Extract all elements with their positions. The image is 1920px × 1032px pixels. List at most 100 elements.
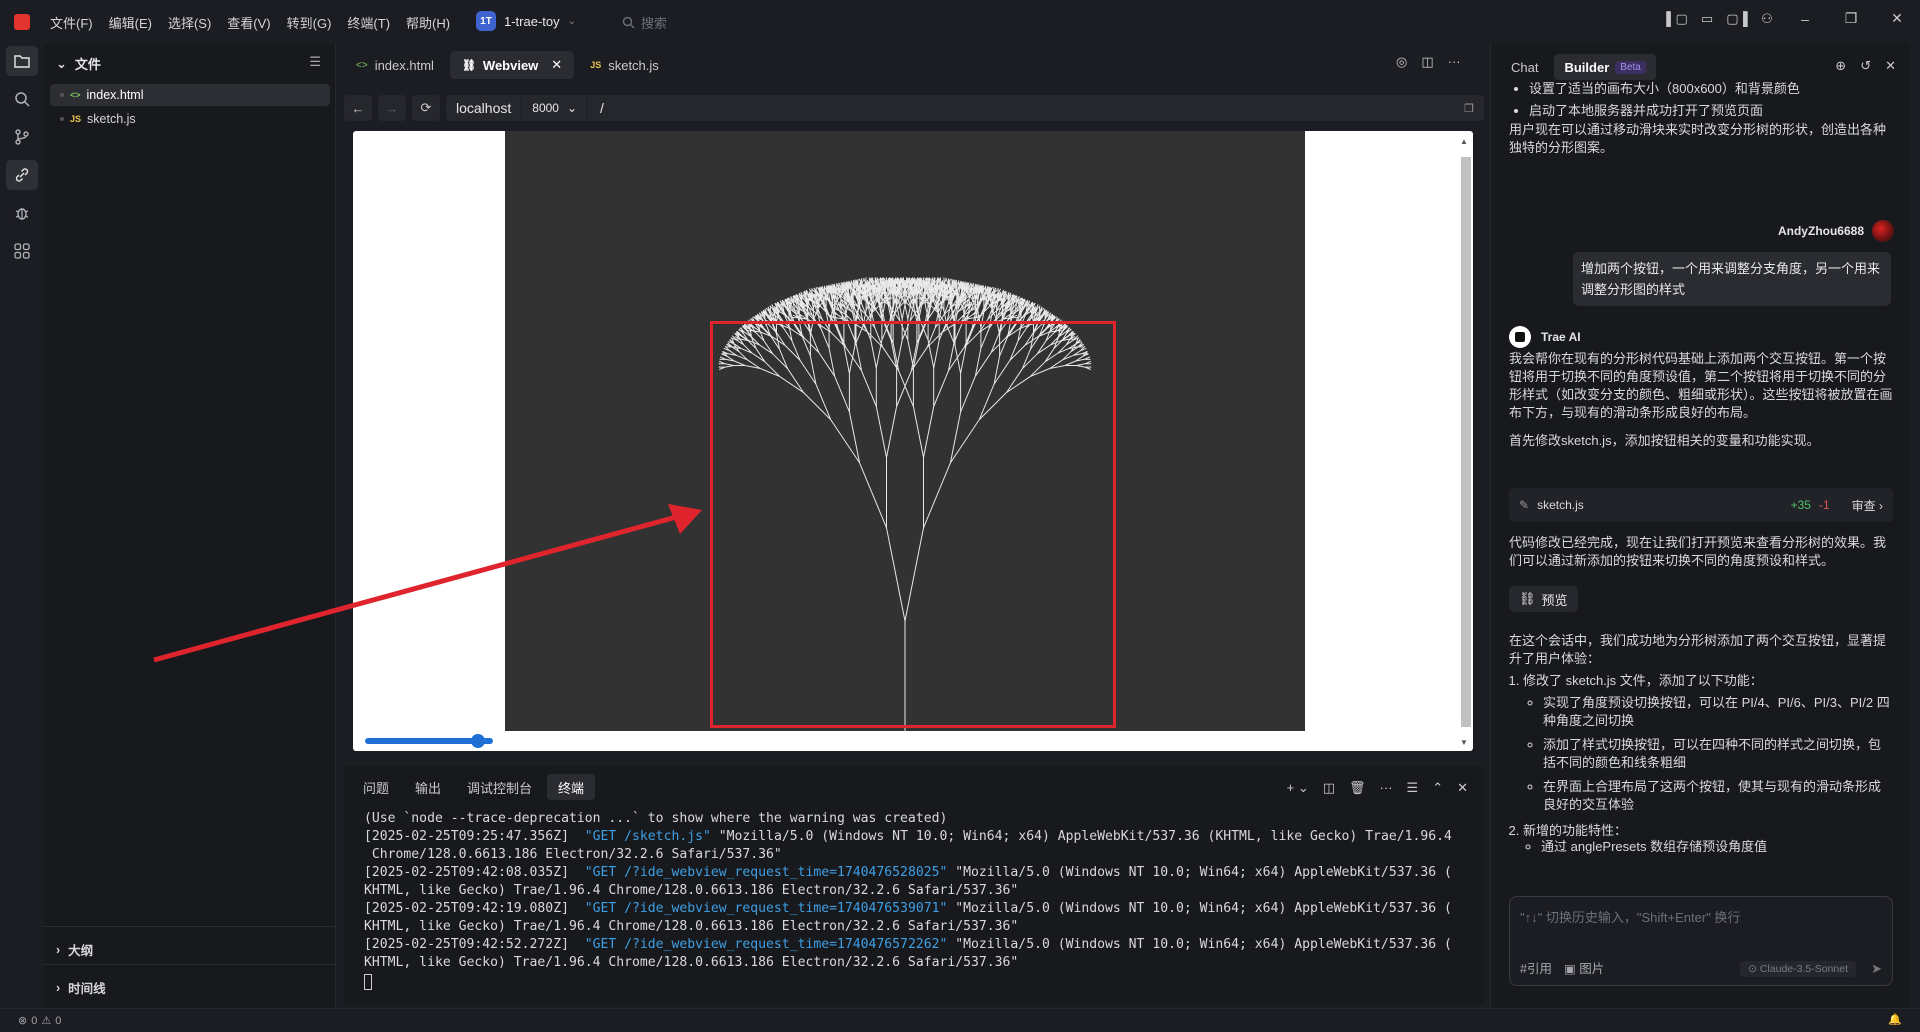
split-editor-icon[interactable]: ◫ [1421, 54, 1433, 70]
scroll-down-icon[interactable]: ▼ [1460, 738, 1468, 747]
webview-link-icon[interactable] [6, 160, 38, 190]
back-button[interactable]: ← [344, 95, 372, 121]
terminal-cursor [364, 974, 372, 990]
reload-button[interactable]: ⟳ [412, 95, 440, 121]
tab-chat[interactable]: Chat [1501, 54, 1548, 80]
bell-icon[interactable]: 🔔 [1888, 1013, 1902, 1026]
review-button[interactable]: 审查 › [1852, 497, 1883, 514]
menu-help[interactable]: 帮助(H) [406, 13, 450, 32]
menu-edit[interactable]: 编辑(E) [109, 13, 152, 32]
menu-file[interactable]: 文件(F) [50, 13, 93, 32]
user-message: 增加两个按钮，一个用来调整分支角度，另一个用来调整分形图的样式 [1573, 252, 1891, 306]
toggle-panel-icon[interactable]: ▭ [1692, 11, 1722, 27]
sliders-icon[interactable]: ☰ [309, 54, 321, 70]
terminal-line: [2025-02-25T09:25:47.356Z] "GET /sketch.… [364, 829, 1452, 844]
chevron-up-icon[interactable]: ⌃ [1432, 780, 1443, 796]
preview-button[interactable]: ⛓ 预览 [1509, 586, 1578, 612]
tab-label: Webview [482, 57, 539, 73]
more-icon[interactable]: ··· [1448, 54, 1461, 70]
summary-list: 修改了 sketch.js 文件，添加了以下功能： 实现了角度预设切换按钮，可以… [1509, 672, 1893, 840]
port-select[interactable]: 8000 ⌄ [522, 95, 589, 121]
app-logo [14, 14, 30, 30]
tab-sketch-js[interactable]: JS sketch.js [578, 51, 671, 79]
tab-terminal[interactable]: 终端 [547, 774, 596, 800]
explorer-title: 文件 [74, 57, 101, 72]
close-window-button[interactable]: ✕ [1874, 10, 1920, 27]
angle-slider[interactable] [365, 734, 493, 748]
send-icon[interactable]: ➤ [1871, 961, 1882, 977]
error-count[interactable]: 0 [31, 1015, 37, 1027]
slider-knob[interactable] [470, 734, 485, 748]
split-terminal-icon[interactable]: ◫ [1323, 780, 1335, 796]
close-icon[interactable]: ✕ [1885, 58, 1896, 74]
file-item-index-html[interactable]: <> index.html [50, 84, 330, 106]
tab-index-html[interactable]: <> index.html [344, 51, 446, 79]
review-label: 审查 [1851, 498, 1876, 513]
extensions-icon[interactable] [6, 236, 38, 266]
file-name: sketch.js [87, 112, 136, 126]
minimize-button[interactable]: – [1782, 11, 1828, 27]
user-name: AndyZhou6688 [1777, 224, 1864, 238]
user-header: AndyZhou6688 [1778, 220, 1894, 242]
avatar [1872, 220, 1894, 242]
terminal-line: KHTML, like Gecko) Trae/1.96.4 Chrome/12… [364, 955, 1019, 970]
settings-icon[interactable]: ☰ [1407, 780, 1419, 796]
file-item-sketch-js[interactable]: JS sketch.js [50, 108, 330, 130]
image-button[interactable]: ▣ 图片 [1564, 958, 1604, 977]
tab-output[interactable]: 输出 [404, 774, 452, 800]
menu-go[interactable]: 转到(G) [287, 13, 332, 32]
url-bar[interactable]: localhost 8000 ⌄ / ❐ [446, 95, 1484, 121]
quote-button[interactable]: #引用 [1520, 958, 1552, 977]
trash-icon[interactable]: 🗑 [1349, 780, 1366, 796]
warning-icon[interactable]: ⚠ [41, 1014, 51, 1027]
file-edit-icon: ✎ [1519, 498, 1530, 512]
forward-button[interactable]: → [378, 95, 406, 121]
url-path[interactable]: / [588, 100, 1454, 116]
js-icon: JS [590, 60, 602, 70]
toggle-sidebar-icon[interactable]: ▌▢ [1662, 11, 1692, 27]
compass-icon[interactable]: ◎ [1396, 54, 1407, 70]
preview-label: 预览 [1541, 592, 1568, 608]
trae-ai-icon [1509, 326, 1531, 348]
tab-webview[interactable]: ⛓ Webview ✕ [449, 51, 575, 79]
error-icon[interactable]: ⊗ [18, 1014, 27, 1027]
ai-paragraph-1: 我会帮你在现有的分形树代码基础上添加两个交互按钮。第一个按钮将用于切换不同的角度… [1509, 351, 1893, 420]
search-box[interactable]: 搜索 [622, 13, 667, 32]
tab-builder[interactable]: Builder Beta [1554, 54, 1656, 80]
close-icon[interactable]: ✕ [1457, 780, 1468, 796]
explorer-header[interactable]: ⌄ 文件 [56, 54, 101, 73]
toggle-aux-sidebar-icon[interactable]: ▢▐ [1722, 11, 1752, 27]
source-control-icon[interactable] [6, 122, 38, 152]
tab-debug-console[interactable]: 调试控制台 [456, 774, 543, 800]
account-icon[interactable]: ⚇ [1752, 11, 1782, 27]
debug-icon[interactable] [6, 198, 38, 228]
file-change-card[interactable]: ✎ sketch.js +35 -1 审查 › [1509, 488, 1893, 522]
copy-icon[interactable]: ❐ [1454, 102, 1484, 115]
project-switcher[interactable]: 1T 1-trae-toy ⌄ [476, 9, 576, 33]
add-terminal-icon[interactable]: + ⌄ [1287, 780, 1309, 796]
menu-selection[interactable]: 选择(S) [168, 13, 211, 32]
input-placeholder: "↑↓" 切换历史输入，"Shift+Enter" 换行 [1520, 910, 1741, 925]
chat-input[interactable]: "↑↓" 切换历史输入，"Shift+Enter" 换行 #引用 ▣ 图片 ⊙ … [1509, 896, 1893, 986]
close-icon[interactable]: ✕ [551, 57, 562, 73]
tab-problems[interactable]: 问题 [352, 774, 400, 800]
project-badge: 1T [476, 11, 496, 31]
terminal-output[interactable]: (Use `node --trace-deprecation ...` to s… [364, 810, 1476, 972]
chevron-down-icon: ⌄ [566, 101, 578, 115]
timeline-section[interactable]: › 时间线 [56, 978, 106, 997]
warning-count[interactable]: 0 [55, 1015, 61, 1027]
scroll-up-icon[interactable]: ▲ [1460, 137, 1468, 146]
menu-view[interactable]: 查看(V) [227, 13, 270, 32]
model-selector[interactable]: ⊙ Claude-3.5-Sonnet [1740, 961, 1856, 977]
image-label: 图片 [1579, 962, 1605, 976]
search-icon[interactable] [6, 84, 38, 114]
webview-scrollbar[interactable]: ▲ ▼ [1459, 135, 1471, 747]
menu-terminal[interactable]: 终端(T) [347, 13, 390, 32]
history-icon[interactable]: ↺ [1860, 58, 1871, 74]
restore-button[interactable]: ❐ [1828, 10, 1874, 27]
explorer-icon[interactable] [6, 46, 38, 76]
more-icon[interactable]: ··· [1380, 780, 1393, 796]
scroll-thumb[interactable] [1461, 157, 1471, 727]
new-chat-icon[interactable]: ⊕ [1835, 58, 1846, 74]
outline-section[interactable]: › 大纲 [56, 940, 93, 959]
